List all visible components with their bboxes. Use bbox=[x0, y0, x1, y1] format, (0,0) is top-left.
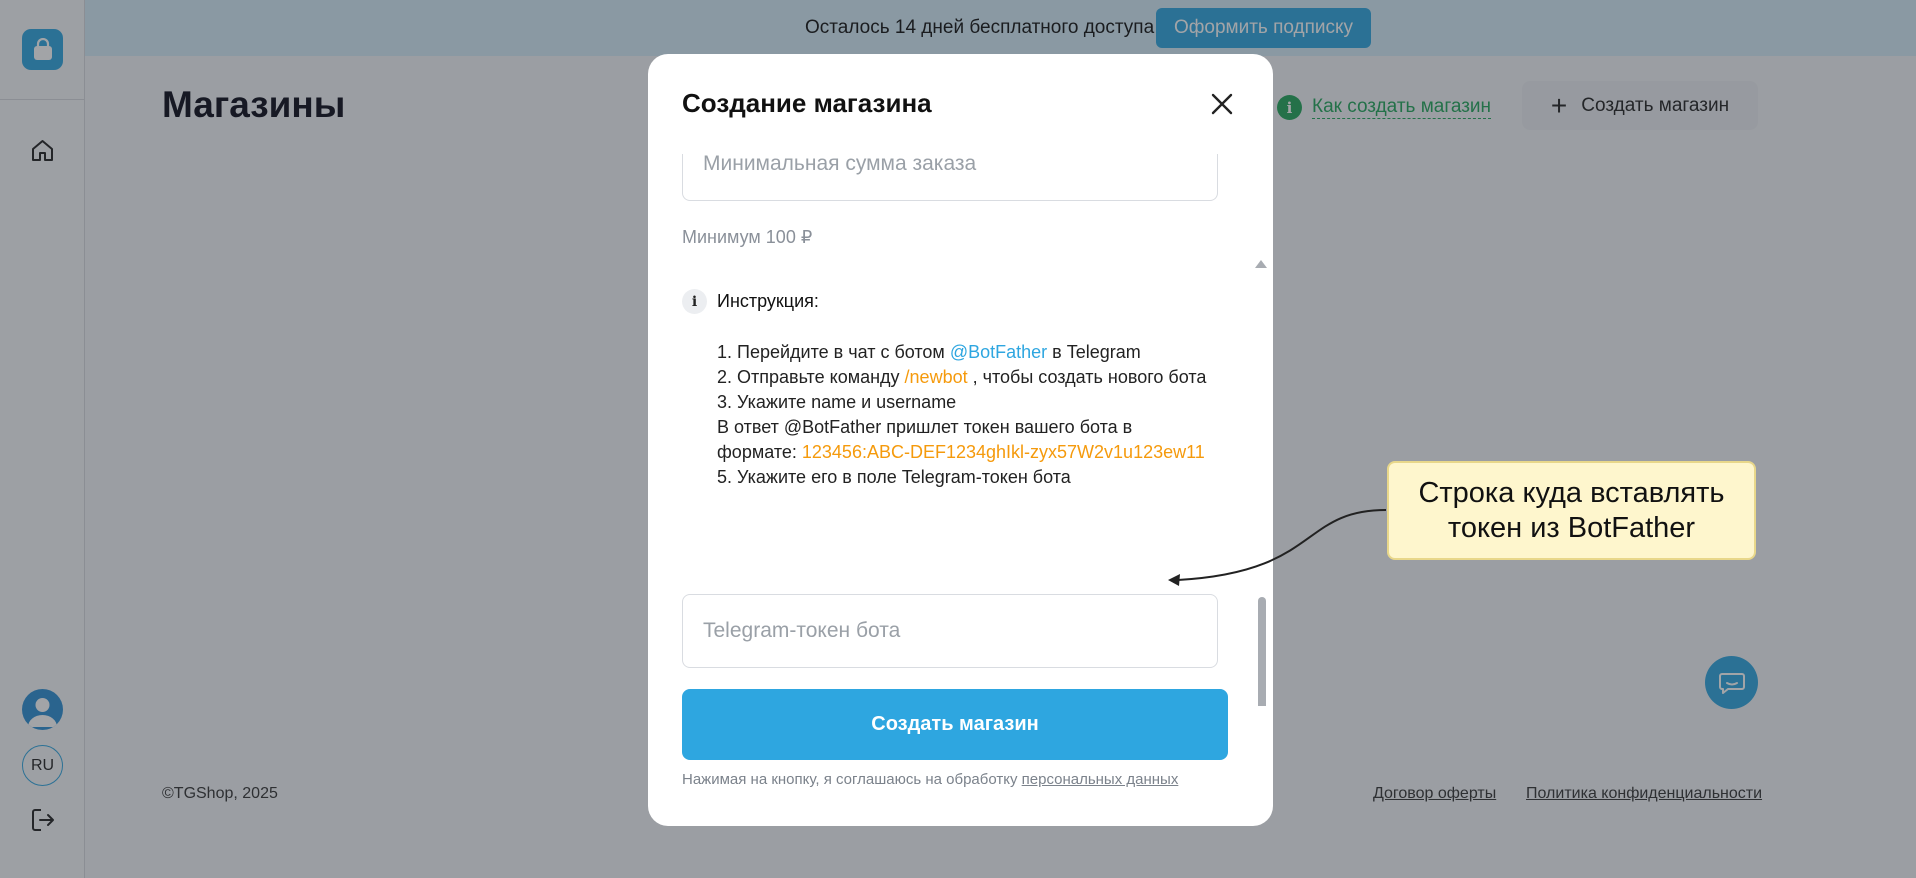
step-5: 5. Укажите его в поле Telegram-токен бот… bbox=[717, 467, 1071, 487]
min-order-hint: Минимум 100 ₽ bbox=[682, 227, 813, 247]
instruction-header: i Инструкция: bbox=[682, 289, 819, 314]
step-4: В ответ @BotFather пришлет токен вашего … bbox=[717, 417, 1205, 462]
newbot-command: /newbot bbox=[904, 367, 968, 387]
modal-scroll-area[interactable]: Минимум 100 ₽ i Инструкция: 1. Перейдите… bbox=[648, 154, 1273, 706]
annotation-callout: Строка куда вставлять токен из BotFather bbox=[1387, 461, 1756, 560]
step-2: 2. Отправьте команду /newbot , чтобы соз… bbox=[717, 367, 1207, 387]
create-shop-modal: Создание магазина Минимум 100 ₽ i Инстру… bbox=[648, 54, 1273, 826]
step-1: 1. Перейдите в чат с ботом @BotFather в … bbox=[717, 342, 1141, 362]
close-icon[interactable] bbox=[1208, 90, 1236, 118]
min-order-input[interactable] bbox=[682, 154, 1218, 201]
personal-data-link[interactable]: персональных данных bbox=[1022, 771, 1179, 788]
scroll-up-arrow[interactable] bbox=[1255, 260, 1267, 268]
telegram-token-input[interactable] bbox=[682, 594, 1218, 668]
step-3: 3. Укажите name и username bbox=[717, 392, 957, 412]
instruction-steps: 1. Перейдите в чат с ботом @BotFather в … bbox=[717, 340, 1217, 490]
modal-title: Создание магазина bbox=[682, 88, 932, 118]
info-icon: i bbox=[682, 289, 707, 314]
token-example: 123456:ABC-DEF1234ghIkl-zyx57W2v1u123ew1… bbox=[801, 442, 1205, 462]
scrollbar-thumb[interactable] bbox=[1258, 597, 1266, 706]
submit-create-shop-button[interactable]: Создать магазин bbox=[682, 689, 1228, 760]
botfather-link[interactable]: @BotFather bbox=[950, 342, 1047, 362]
instruction-title: Инструкция: bbox=[717, 291, 819, 311]
consent-text: Нажимая на кнопку, я соглашаюсь на обраб… bbox=[682, 771, 1179, 788]
